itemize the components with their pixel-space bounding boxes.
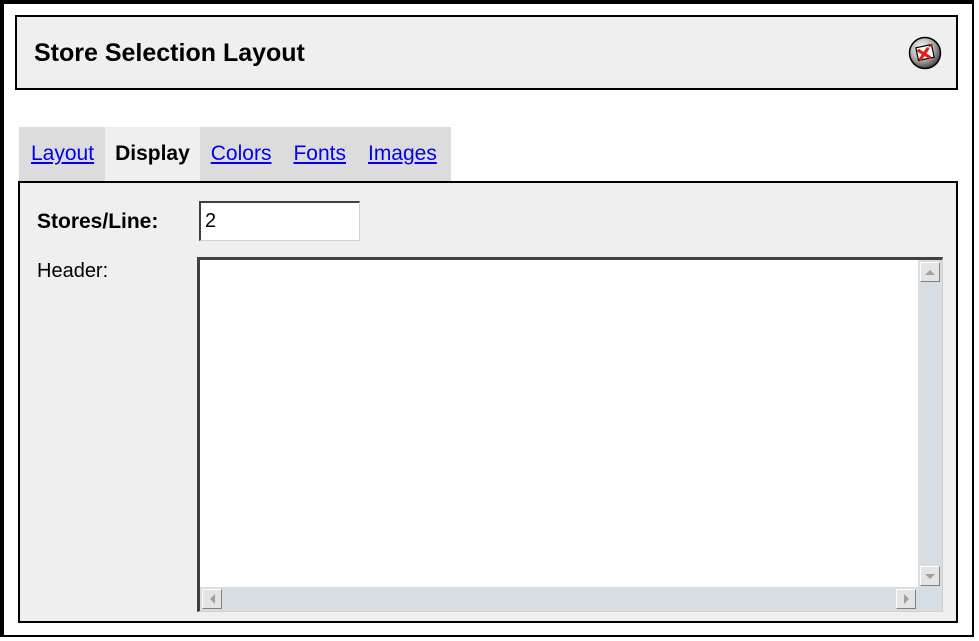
close-window-icon-graphic	[908, 36, 942, 70]
header-textarea-container	[197, 257, 943, 612]
vertical-scrollbar[interactable]	[918, 260, 942, 588]
header-textarea[interactable]	[200, 260, 918, 588]
tab-layout[interactable]: Layout	[19, 127, 106, 181]
tab-colors[interactable]: Colors	[199, 127, 283, 181]
scroll-up-arrow-icon	[925, 269, 935, 275]
stores-per-line-input[interactable]	[199, 201, 360, 241]
scroll-right-arrow-icon	[903, 594, 909, 604]
horizontal-scrollbar[interactable]	[200, 587, 918, 611]
tab-layout-link[interactable]: Layout	[31, 142, 94, 166]
tab-bar: Layout Display Colors Fonts Images	[19, 127, 451, 181]
close-window-icon[interactable]	[908, 36, 942, 70]
scroll-up-button[interactable]	[920, 262, 940, 282]
display-panel: Stores/Line: Header:	[18, 181, 958, 623]
scroll-down-arrow-icon	[925, 573, 935, 579]
tab-display[interactable]: Display	[105, 127, 200, 181]
scroll-left-arrow-icon	[209, 594, 215, 604]
tab-images-link[interactable]: Images	[368, 142, 437, 166]
tab-colors-link[interactable]: Colors	[211, 142, 272, 166]
stores-per-line-label: Stores/Line:	[37, 210, 159, 233]
title-bar: Store Selection Layout	[15, 15, 958, 90]
header-label: Header:	[37, 260, 109, 282]
tab-images[interactable]: Images	[356, 127, 451, 181]
tab-fonts-link[interactable]: Fonts	[293, 142, 346, 166]
tab-display-label: Display	[115, 142, 190, 165]
tab-fonts[interactable]: Fonts	[282, 127, 357, 181]
scroll-down-button[interactable]	[920, 566, 940, 586]
scrollbar-corner	[918, 587, 942, 611]
scroll-right-button[interactable]	[896, 589, 916, 609]
page-title: Store Selection Layout	[34, 39, 305, 67]
scroll-left-button[interactable]	[202, 589, 222, 609]
